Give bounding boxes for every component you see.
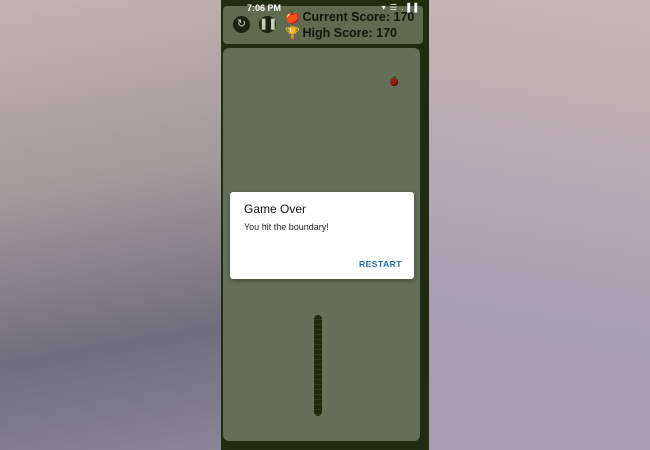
high-score-value: 170	[376, 26, 397, 40]
status-icons: ▾ ☰ .▐ ▌	[381, 3, 421, 12]
dialog-message: You hit the boundary!	[244, 222, 329, 232]
trophy-icon: 🏆	[285, 26, 300, 40]
status-time: 7:06 PM	[247, 3, 282, 13]
refresh-icon: ↻	[236, 18, 247, 30]
high-score: 🏆 High Score: 170	[285, 26, 397, 40]
dialog-title: Game Over	[244, 202, 307, 216]
high-score-label: High Score:	[302, 26, 373, 40]
apple-food	[390, 78, 398, 86]
apple-leaf-icon	[393, 76, 396, 79]
pause-button[interactable]: ❚❚	[259, 16, 278, 33]
pause-icon: ❚❚	[259, 18, 278, 30]
background-right	[428, 0, 650, 450]
refresh-button[interactable]: ↻	[233, 16, 250, 33]
background-left	[0, 0, 222, 450]
restart-button[interactable]: RESTART	[359, 259, 402, 269]
snake-body	[314, 315, 322, 416]
status-bar: 7:06 PM ▾ ☰ .▐ ▌	[221, 0, 429, 14]
game-over-dialog: Game Over You hit the boundary! RESTART	[230, 192, 414, 279]
